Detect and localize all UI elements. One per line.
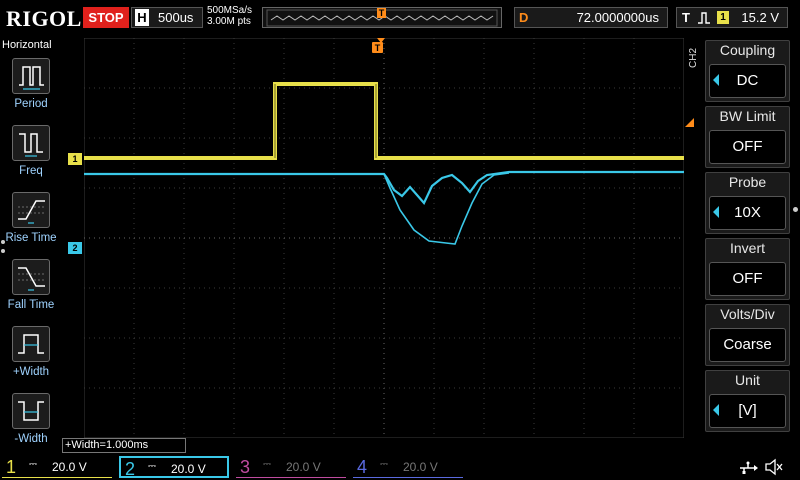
menu-unit-value: [V] — [738, 402, 757, 419]
trigger-box[interactable]: T 1 15.2 V — [676, 7, 788, 28]
channel-1-status[interactable]: 1 ⎓ 20.0 V — [2, 456, 112, 478]
negative-width-icon — [12, 393, 50, 429]
left-menu-page-dots — [1, 240, 7, 262]
channel-scale: 20.0 V — [52, 460, 87, 474]
menu-bw-limit-title: BW Limit — [719, 108, 776, 124]
menu-coupling-title: Coupling — [719, 42, 776, 58]
measure-positive-width-button[interactable]: +Width — [0, 326, 62, 392]
trigger-position-label: T — [375, 43, 381, 53]
menu-volts-div-value: Coarse — [723, 336, 772, 353]
measure-rise-time-button[interactable]: Rise Time — [0, 192, 62, 258]
menu-volts-div-button[interactable]: Volts/Div Coarse — [705, 304, 790, 366]
channel-menu-tag: CH2 — [688, 47, 699, 68]
trigger-level: 15.2 V — [741, 10, 779, 25]
channel-3-status[interactable]: 3 ⎓ 20.0 V — [236, 456, 346, 478]
measure-negative-width-button[interactable]: -Width — [0, 393, 62, 459]
delay-box[interactable]: D 72.0000000us — [514, 7, 668, 28]
freq-icon — [12, 125, 50, 161]
memory-depth: 3.00M pts — [207, 16, 251, 27]
memory-overview-bar: T — [262, 7, 502, 28]
channel-number: 2 — [125, 459, 136, 479]
menu-probe-value: 10X — [734, 204, 761, 221]
delay-label: D — [519, 10, 529, 25]
negative-width-label: -Width — [14, 433, 48, 445]
menu-invert-button[interactable]: Invert OFF — [705, 238, 790, 300]
trigger-source-badge: 1 — [717, 11, 729, 24]
channel-number: 1 — [6, 457, 17, 477]
channel-scale: 20.0 V — [171, 462, 206, 476]
rising-edge-icon — [698, 12, 710, 24]
menu-volts-div-value-box: Coarse — [709, 328, 786, 362]
rise-time-label: Rise Time — [5, 232, 57, 244]
measure-fall-time-button[interactable]: Fall Time — [0, 259, 62, 325]
ch2-offset-marker[interactable]: 2 — [68, 242, 82, 254]
menu-bw-limit-button[interactable]: BW Limit OFF — [705, 106, 790, 168]
ch1-offset-marker[interactable]: 1 — [68, 153, 82, 165]
menu-invert-value-box: OFF — [709, 262, 786, 296]
overview-trigger-marker: T — [379, 8, 385, 18]
menu-coupling-value-box: DC — [709, 64, 786, 98]
waveform-display[interactable] — [84, 38, 684, 438]
measure-period-button[interactable]: Period — [0, 58, 62, 124]
menu-bw-limit-value: OFF — [732, 138, 763, 155]
channel-2-status[interactable]: 2 ⎓ 20.0 V — [119, 456, 229, 479]
menu-invert-title: Invert — [729, 240, 765, 256]
trigger-position-marker: T — [372, 42, 383, 53]
positive-width-icon — [12, 326, 50, 362]
menu-unit-button[interactable]: Unit [V] — [705, 370, 790, 432]
freq-label: Freq — [19, 165, 43, 177]
sample-rate: 500MSa/s — [207, 5, 253, 16]
trigger-label: T — [682, 10, 690, 25]
channel-scale: 20.0 V — [286, 460, 321, 474]
positive-width-label: +Width — [12, 366, 50, 378]
menu-coupling-value: DC — [736, 72, 759, 89]
menu-probe-value-box: 10X — [709, 196, 786, 230]
measure-freq-button[interactable]: Freq — [0, 125, 62, 191]
menu-unit-value-box: [V] — [709, 394, 786, 428]
fall-time-icon — [12, 259, 50, 295]
waveform-grid — [84, 38, 684, 438]
left-menu-title: Horizontal — [2, 39, 52, 51]
acquisition-info: 500MSa/s 3.00M pts — [207, 5, 252, 27]
channel-status-bar: 1 ⎓ 20.0 V 2 ⎓ 20.0 V 3 ⎓ 20.0 V 4 ⎓ 20.0 V — [0, 454, 800, 480]
measurement-readout: +Width=1.000ms — [62, 438, 186, 453]
top-status-bar: RIGOL STOP H 500us 500MSa/s 3.00M pts T … — [0, 0, 800, 36]
channel-number: 3 — [240, 457, 251, 477]
menu-probe-title: Probe — [728, 174, 767, 190]
horizontal-measure-menu: Horizontal Period Freq Rise Time Fall Ti… — [0, 36, 62, 454]
menu-invert-value: OFF — [732, 270, 763, 287]
dc-coupling-icon: ⎓ — [148, 461, 156, 472]
period-label: Period — [14, 98, 48, 110]
right-menu-page-dot — [793, 207, 798, 212]
delay-value: 72.0000000us — [576, 10, 659, 25]
brand-logo: RIGOL — [6, 6, 82, 31]
menu-probe-button[interactable]: Probe 10X — [705, 172, 790, 234]
menu-bw-limit-value-box: OFF — [709, 130, 786, 164]
run-stop-button[interactable]: STOP — [83, 7, 129, 28]
dc-coupling-icon: ⎓ — [380, 459, 388, 470]
channel-scale: 20.0 V — [403, 460, 438, 474]
menu-coupling-button[interactable]: Coupling DC — [705, 40, 790, 102]
menu-volts-div-title: Volts/Div — [720, 306, 775, 322]
ch2-trace-envelope — [383, 172, 510, 245]
dc-coupling-icon: ⎓ — [263, 459, 271, 470]
channel-number: 4 — [357, 457, 368, 477]
timebase-box[interactable]: H 500us — [131, 7, 203, 28]
ch1-trace-edges — [274, 84, 377, 158]
grid-lines — [84, 38, 684, 438]
memory-overview-waveform: T — [266, 8, 498, 27]
trigger-level-marker[interactable] — [685, 118, 695, 128]
menu-unit-title: Unit — [735, 372, 760, 388]
timebase-value: 500us — [158, 10, 194, 25]
dc-coupling-icon: ⎓ — [29, 459, 37, 470]
ch1-trace — [84, 82, 684, 160]
rise-time-icon — [12, 192, 50, 228]
speaker-muted-icon[interactable] — [764, 458, 784, 476]
channel-4-status[interactable]: 4 ⎓ 20.0 V — [353, 456, 463, 478]
period-icon — [12, 58, 50, 94]
timebase-label: H — [135, 9, 149, 26]
fall-time-label: Fall Time — [7, 299, 55, 311]
